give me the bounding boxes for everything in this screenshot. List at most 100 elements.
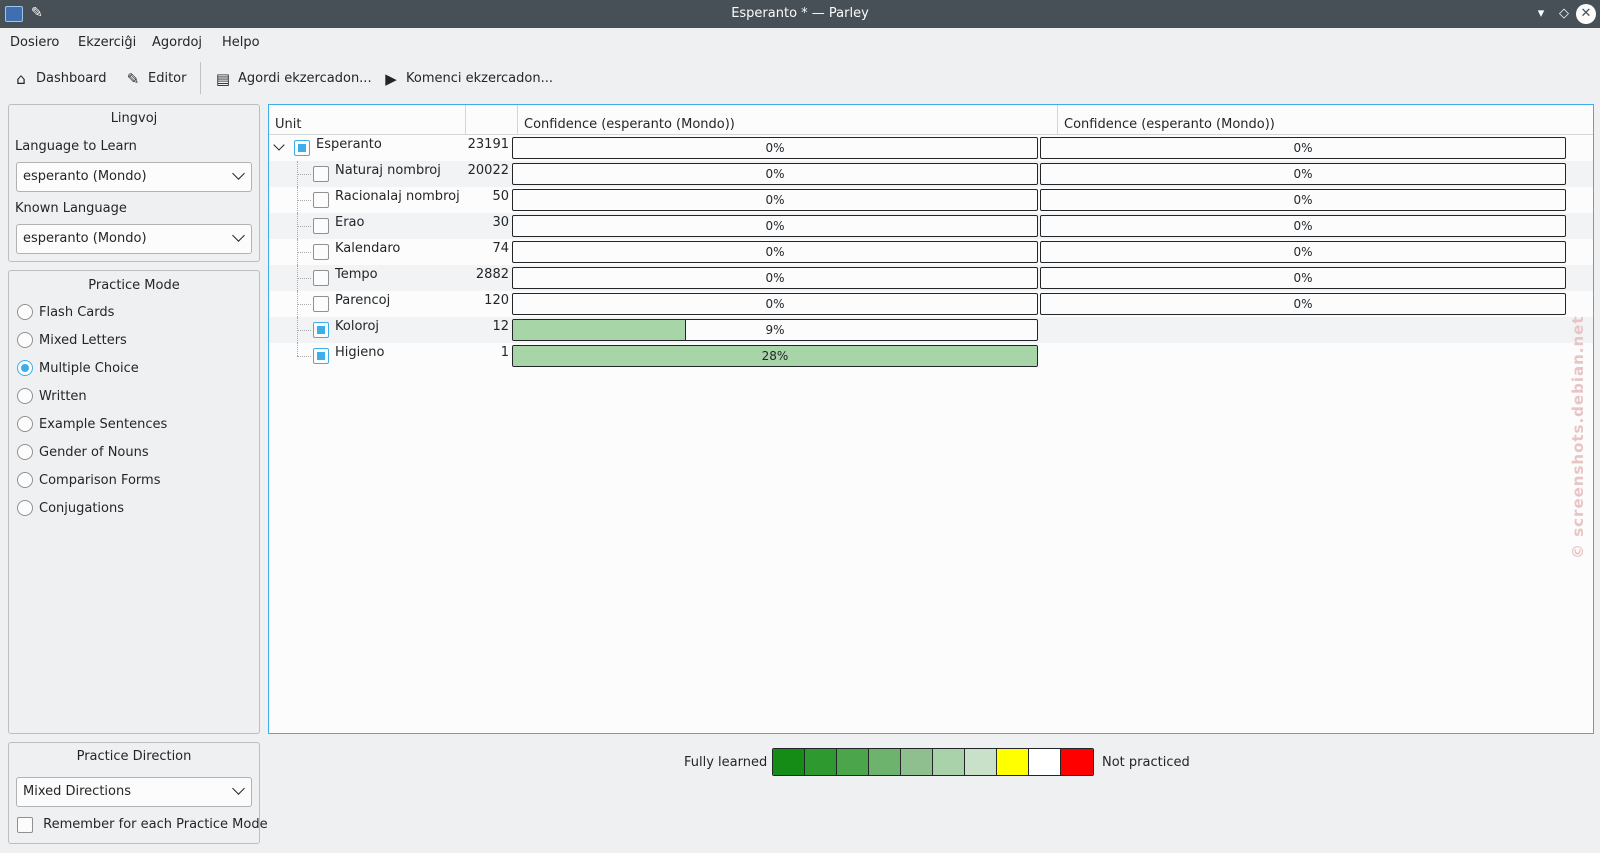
unit-checkbox[interactable] <box>313 270 329 286</box>
unit-count: 2882 <box>475 267 509 282</box>
table-row[interactable]: Tempo 2882 0% 0% <box>269 265 1593 291</box>
pencil-icon: ✎ <box>126 70 140 88</box>
close-button[interactable]: ✕ <box>1576 4 1596 24</box>
header-confidence-1[interactable]: Confidence (esperanto (Mondo)) <box>518 105 1058 135</box>
expand-chevron-icon[interactable] <box>273 139 285 151</box>
chevron-down-icon <box>232 167 245 180</box>
radio-button[interactable] <box>17 331 33 348</box>
minimize-button[interactable]: ▾ <box>1531 4 1551 24</box>
radio-button[interactable] <box>17 471 33 488</box>
unit-count: 30 <box>492 215 509 230</box>
confidence-percent: 0% <box>1293 245 1313 259</box>
known-language-label: Known Language <box>15 201 127 216</box>
legend-not-practiced: Not practiced <box>1102 755 1190 770</box>
practice-mode-option[interactable]: Multiple Choice <box>17 359 139 379</box>
practice-mode-option[interactable]: Example Sentences <box>17 415 167 435</box>
tree-line <box>297 330 311 331</box>
unit-checkbox[interactable] <box>313 322 329 338</box>
confidence-bar: 0% <box>512 189 1038 211</box>
unit-checkbox[interactable] <box>313 244 329 260</box>
legend-swatch <box>869 749 901 775</box>
confidence-percent: 0% <box>1293 297 1313 311</box>
table-row[interactable]: Higieno 1 28% <box>269 343 1593 369</box>
header-confidence-2[interactable]: Confidence (esperanto (Mondo)) <box>1058 105 1593 135</box>
confidence-percent: 0% <box>765 219 785 233</box>
practice-mode-label: Multiple Choice <box>39 361 139 376</box>
editor-button[interactable]: ✎ Editor <box>124 68 187 90</box>
legend-fully-learned: Fully learned <box>684 755 768 770</box>
units-table[interactable]: Unit Confidence (esperanto (Mondo)) Conf… <box>268 104 1594 734</box>
header-unit[interactable]: Unit <box>269 105 466 135</box>
watermark: © screenshots.debian.net <box>1569 315 1587 560</box>
unit-name: Racionalaj nombroj <box>335 189 460 204</box>
maximize-button[interactable]: ◇ <box>1554 4 1574 24</box>
unit-checkbox[interactable] <box>313 192 329 208</box>
play-icon: ▶ <box>385 70 397 88</box>
tree-line <box>297 161 298 187</box>
tree-line <box>297 291 298 317</box>
radio-button[interactable] <box>17 303 33 320</box>
table-row[interactable]: Erao 30 0% 0% <box>269 213 1593 239</box>
unit-checkbox[interactable] <box>313 348 329 364</box>
header-count[interactable] <box>466 105 518 135</box>
radio-button[interactable] <box>17 387 33 404</box>
known-language-select[interactable]: esperanto (Mondo) <box>16 224 252 254</box>
toolbar: ⌂ Dashboard ✎ Editor ▤ Agordi ekzercadon...… <box>0 60 1600 98</box>
radio-button[interactable] <box>17 499 33 516</box>
unit-checkbox[interactable] <box>294 140 310 156</box>
radio-button[interactable] <box>17 443 33 460</box>
radio-button[interactable] <box>17 359 33 376</box>
tree-line <box>297 278 311 279</box>
unit-checkbox[interactable] <box>313 218 329 234</box>
menu-settings[interactable]: Agordoj <box>152 35 202 50</box>
confidence-bar: 28% <box>512 345 1038 367</box>
confidence-bar: 0% <box>512 241 1038 263</box>
menu-file[interactable]: Dosiero <box>10 35 59 50</box>
tree-line <box>297 187 298 213</box>
practice-mode-option[interactable]: Flash Cards <box>17 303 114 323</box>
practice-mode-option[interactable]: Mixed Letters <box>17 331 127 351</box>
unit-count: 1 <box>500 345 509 360</box>
unit-checkbox[interactable] <box>313 166 329 182</box>
unit-name: Erao <box>335 215 365 230</box>
start-practice-button[interactable]: ▶ Komenci ekzercadon... <box>382 68 553 90</box>
remember-checkbox-row[interactable]: Remember for each Practice Mode <box>17 815 268 835</box>
table-row[interactable]: Naturaj nombroj 20022 0% 0% <box>269 161 1593 187</box>
unit-count: 74 <box>492 241 509 256</box>
language-to-learn-label: Language to Learn <box>15 139 137 154</box>
remember-checkbox[interactable] <box>17 816 33 833</box>
practice-mode-option[interactable]: Comparison Forms <box>17 471 161 491</box>
confidence-percent: 0% <box>1293 141 1313 155</box>
title-bar: ✎ Esperanto * — Parley ▾ ◇ ✕ <box>0 0 1600 28</box>
tree-line <box>297 343 298 356</box>
dashboard-button[interactable]: ⌂ Dashboard <box>12 68 106 90</box>
menu-help[interactable]: Helpo <box>222 35 260 50</box>
languages-title: Lingvoj <box>110 111 158 126</box>
practice-mode-option[interactable]: Gender of Nouns <box>17 443 149 463</box>
unit-checkbox[interactable] <box>313 296 329 312</box>
table-row[interactable]: Esperanto 23191 0% 0% <box>269 135 1593 161</box>
confidence-bar: 0% <box>512 137 1038 159</box>
tree-line <box>297 226 311 227</box>
radio-button[interactable] <box>17 415 33 432</box>
table-row[interactable]: Racionalaj nombroj 50 0% 0% <box>269 187 1593 213</box>
practice-direction-select[interactable]: Mixed Directions <box>16 777 252 807</box>
practice-mode-label: Conjugations <box>39 501 125 516</box>
configure-practice-button[interactable]: ▤ Agordi ekzercadon... <box>214 68 372 90</box>
table-row[interactable]: Parencoj 120 0% 0% <box>269 291 1593 317</box>
practice-mode-option[interactable]: Conjugations <box>17 499 124 519</box>
unit-name: Kalendaro <box>335 241 401 256</box>
chevron-down-icon <box>232 782 245 795</box>
table-row[interactable]: Kalendaro 74 0% 0% <box>269 239 1593 265</box>
confidence-percent: 0% <box>765 193 785 207</box>
menu-practice[interactable]: Ekzerciĝi <box>78 35 136 50</box>
tree-line <box>297 252 311 253</box>
confidence-bar: 0% <box>1040 267 1566 289</box>
language-to-learn-select[interactable]: esperanto (Mondo) <box>16 162 252 192</box>
languages-group: Lingvoj Language to Learn esperanto (Mon… <box>8 104 260 262</box>
practice-mode-option[interactable]: Written <box>17 387 87 407</box>
unit-name: Tempo <box>335 267 378 282</box>
tree-line <box>297 356 311 357</box>
table-row[interactable]: Koloroj 12 9% <box>269 317 1593 343</box>
confidence-bar: 0% <box>512 267 1038 289</box>
